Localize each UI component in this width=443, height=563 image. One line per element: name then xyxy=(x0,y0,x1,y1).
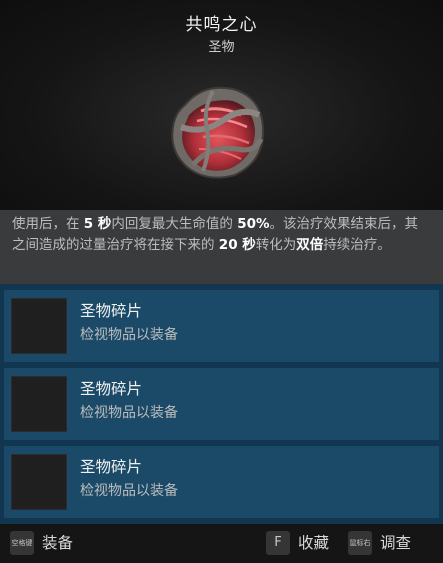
desc-text: 使用后，在 xyxy=(12,216,84,232)
desc-duration: 5 秒 xyxy=(83,216,112,232)
action-bar: 空格键 装备 F 收藏 鼠标右 调查 xyxy=(0,524,443,563)
desc-text: 内回复最大生命值的 xyxy=(111,216,238,232)
item-description: 使用后，在 5 秒内回复最大生命值的 50%。该治疗效果结束后，其之间造成的过量… xyxy=(0,210,443,284)
desc-multiplier: 双倍 xyxy=(296,237,324,253)
desc-text: 持续治疗。 xyxy=(323,237,391,253)
fragment-slots: 圣物碎片 检视物品以装备 圣物碎片 检视物品以装备 圣物碎片 检视物品以装备 xyxy=(0,284,443,524)
f-key-icon: F xyxy=(266,531,290,555)
item-header: 共鸣之心 圣物 xyxy=(0,0,443,210)
item-title: 共鸣之心 xyxy=(185,15,258,35)
item-category: 圣物 xyxy=(208,40,235,55)
fragment-slot[interactable]: 圣物碎片 检视物品以装备 xyxy=(4,290,439,362)
slot-hint: 检视物品以装备 xyxy=(80,483,178,499)
right-mouse-key-icon: 鼠标右 xyxy=(348,531,372,555)
empty-slot-icon xyxy=(11,298,67,354)
equip-action[interactable]: 装备 xyxy=(42,531,73,555)
desc-overheal-duration: 20 秒 xyxy=(218,237,256,253)
fragment-slot[interactable]: 圣物碎片 检视物品以装备 xyxy=(4,446,439,518)
slot-hint: 检视物品以装备 xyxy=(80,327,178,343)
inspect-action[interactable]: 调查 xyxy=(380,531,411,555)
desc-heal-percent: 50% xyxy=(237,216,270,232)
slot-name: 圣物碎片 xyxy=(80,302,143,320)
empty-slot-icon xyxy=(11,376,67,432)
spacebar-key-icon: 空格键 xyxy=(10,531,34,555)
fragment-slot[interactable]: 圣物碎片 检视物品以装备 xyxy=(4,368,439,440)
relic-heart-icon xyxy=(171,86,265,179)
slot-name: 圣物碎片 xyxy=(80,380,143,398)
desc-text: 转化为 xyxy=(255,237,297,253)
slot-hint: 检视物品以装备 xyxy=(80,405,178,421)
slot-name: 圣物碎片 xyxy=(80,458,143,476)
favorite-action[interactable]: 收藏 xyxy=(298,531,329,555)
empty-slot-icon xyxy=(11,454,67,510)
